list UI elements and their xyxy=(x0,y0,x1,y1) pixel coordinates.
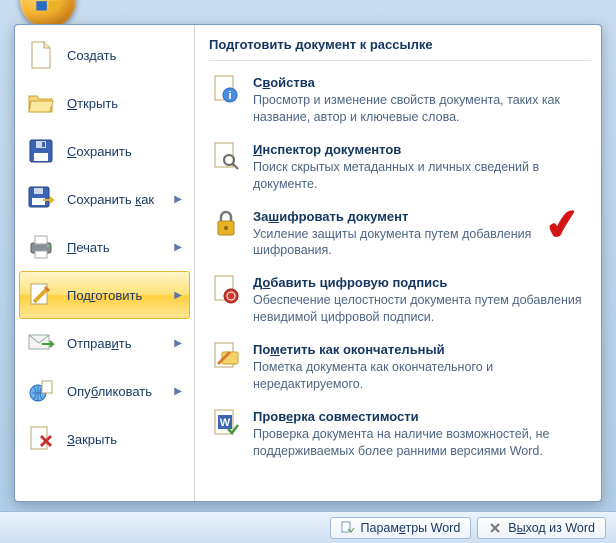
properties-icon: i xyxy=(211,75,241,105)
prepare-sign[interactable]: Добавить цифровую подпись Обеспечение це… xyxy=(209,267,591,334)
submenu-arrow-icon: ▶ xyxy=(174,290,182,301)
item-body: Пометить как окончательный Пометка докум… xyxy=(253,342,589,393)
menu-item-save[interactable]: Сохранить xyxy=(19,127,190,175)
item-title: Пометить как окончательный xyxy=(253,342,589,357)
send-icon xyxy=(27,329,55,357)
item-title: Свойства xyxy=(253,75,589,90)
office-menu: Создать Открыть Сохранить Сохранить как … xyxy=(14,24,602,502)
print-icon xyxy=(27,233,55,261)
encrypt-icon xyxy=(211,209,241,239)
office-logo-icon xyxy=(34,0,62,14)
menu-item-publish[interactable]: Опубликовать ▶ xyxy=(19,367,190,415)
new-document-icon xyxy=(27,41,55,69)
item-description: Пометка документа как окончательного и н… xyxy=(253,359,589,393)
menu-item-label: Сохранить как xyxy=(67,192,162,207)
prepare-properties[interactable]: i Свойства Просмотр и изменение свойств … xyxy=(209,67,591,134)
menu-item-send[interactable]: Отправить ▶ xyxy=(19,319,190,367)
close-document-icon xyxy=(27,425,55,453)
save-as-icon xyxy=(27,185,55,213)
item-title: Инспектор документов xyxy=(253,142,589,157)
item-description: Обеспечение целостности документа путем … xyxy=(253,292,589,326)
item-title: Добавить цифровую подпись xyxy=(253,275,589,290)
item-description: Просмотр и изменение свойств документа, … xyxy=(253,92,589,126)
item-title: Проверка совместимости xyxy=(253,409,589,424)
menu-item-prepare[interactable]: Подготовить ▶ xyxy=(19,271,190,319)
menu-item-label: Открыть xyxy=(67,96,182,111)
submenu-arrow-icon: ▶ xyxy=(174,242,182,253)
item-title: Зашифровать документ xyxy=(253,209,589,224)
item-body: Добавить цифровую подпись Обеспечение це… xyxy=(253,275,589,326)
item-body: Инспектор документов Поиск скрытых метад… xyxy=(253,142,589,193)
menu-item-label: Сохранить xyxy=(67,144,182,159)
mark-final-icon xyxy=(211,342,241,372)
svg-text:W: W xyxy=(220,417,231,429)
item-description: Усиление защиты документа путем добавлен… xyxy=(253,226,589,260)
submenu-arrow-icon: ▶ xyxy=(174,338,182,349)
exit-icon xyxy=(488,521,502,535)
prepare-encrypt[interactable]: Зашифровать документ Усиление защиты док… xyxy=(209,201,591,268)
submenu-arrow-icon: ▶ xyxy=(174,386,182,397)
button-label: Параметры Word xyxy=(361,521,461,535)
item-description: Проверка документа на наличие возможност… xyxy=(253,426,589,460)
prepare-submenu: Подготовить документ к рассылке i Свойст… xyxy=(195,25,601,501)
svg-text:i: i xyxy=(228,90,231,102)
word-options-button[interactable]: Параметры Word xyxy=(330,517,472,539)
menu-item-label: Отправить xyxy=(67,336,162,351)
menu-item-label: Закрыть xyxy=(67,432,182,447)
publish-icon xyxy=(27,377,55,405)
open-folder-icon xyxy=(27,89,55,117)
signature-icon xyxy=(211,275,241,305)
inspect-icon xyxy=(211,142,241,172)
item-body: Свойства Просмотр и изменение свойств до… xyxy=(253,75,589,126)
menu-item-save-as[interactable]: Сохранить как ▶ xyxy=(19,175,190,223)
prepare-compatibility[interactable]: W Проверка совместимости Проверка докуме… xyxy=(209,401,591,468)
options-icon xyxy=(341,521,355,535)
submenu-header: Подготовить документ к рассылке xyxy=(209,33,591,61)
menu-item-open[interactable]: Открыть xyxy=(19,79,190,127)
submenu-arrow-icon: ▶ xyxy=(174,194,182,205)
item-description: Поиск скрытых метаданных и личных сведен… xyxy=(253,159,589,193)
item-body: Зашифровать документ Усиление защиты док… xyxy=(253,209,589,260)
primary-command-list: Создать Открыть Сохранить Сохранить как … xyxy=(15,25,195,501)
menu-item-label: Опубликовать xyxy=(67,384,162,399)
button-label: Выход из Word xyxy=(508,521,595,535)
prepare-inspect[interactable]: Инспектор документов Поиск скрытых метад… xyxy=(209,134,591,201)
prepare-mark-final[interactable]: Пометить как окончательный Пометка докум… xyxy=(209,334,591,401)
menu-footer: Параметры Word Выход из Word xyxy=(0,511,616,543)
menu-item-label: Печать xyxy=(67,240,162,255)
exit-word-button[interactable]: Выход из Word xyxy=(477,517,606,539)
menu-item-print[interactable]: Печать ▶ xyxy=(19,223,190,271)
prepare-icon xyxy=(27,281,55,309)
compatibility-icon: W xyxy=(211,409,241,439)
menu-item-label: Подготовить xyxy=(67,288,162,303)
item-body: Проверка совместимости Проверка документ… xyxy=(253,409,589,460)
menu-item-close[interactable]: Закрыть xyxy=(19,415,190,463)
menu-item-label: Создать xyxy=(67,48,182,63)
menu-item-new[interactable]: Создать xyxy=(19,31,190,79)
save-icon xyxy=(27,137,55,165)
